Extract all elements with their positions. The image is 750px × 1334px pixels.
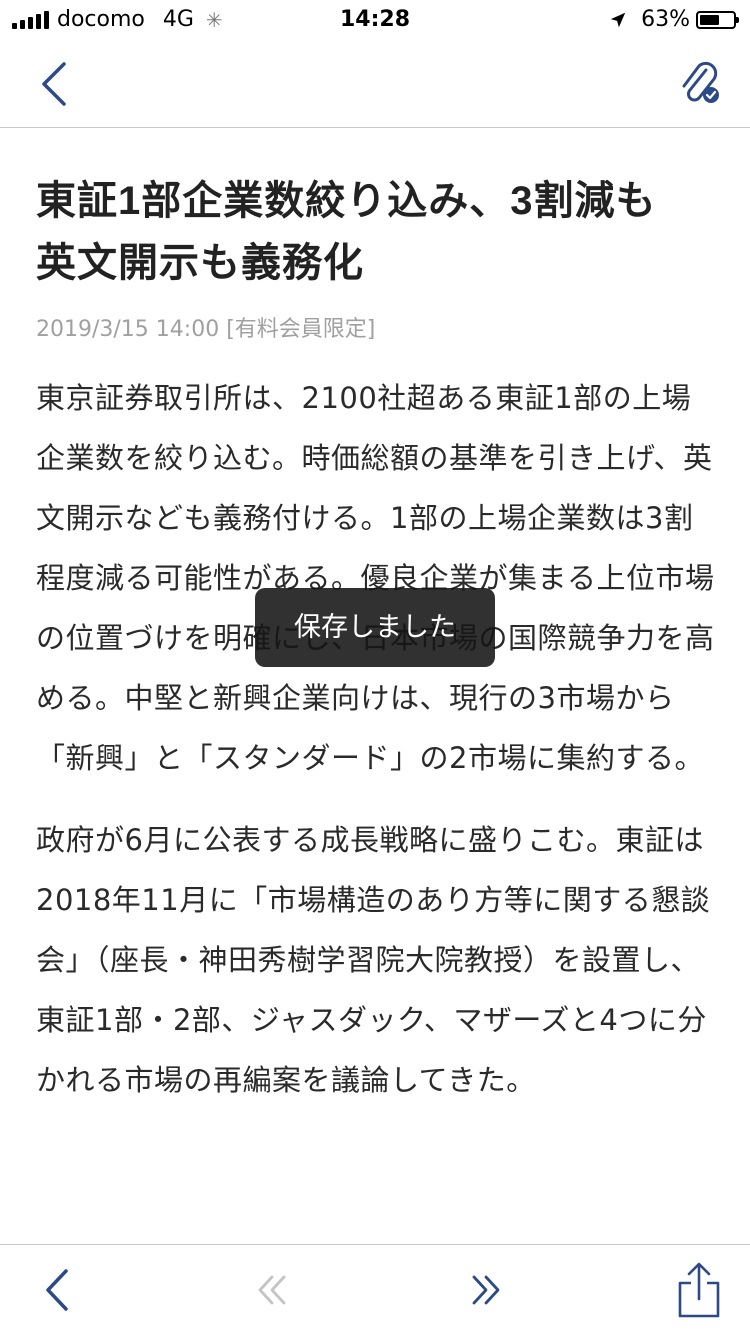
share-button[interactable] [674,1261,724,1319]
status-bar: docomo 4G ✳ 14:28 63% [0,0,750,40]
bottom-toolbar [0,1244,750,1334]
back-button[interactable] [36,60,72,108]
status-right: 63% [609,7,739,32]
screen: docomo 4G ✳ 14:28 63% 東証1部企業数絞り込み、3割減も 英… [0,0,750,1334]
article-title: 東証1部企業数絞り込み、3割減も 英文開示も義務化 [36,179,698,285]
article-paragraph: 政府が6月に公表する成長戦略に盛りこむ。東証は2018年11月に「市場構造のあり… [36,823,711,1097]
next-article-button[interactable] [462,1267,508,1313]
previous-article-button[interactable] [250,1267,296,1313]
battery-percent: 63% [641,7,690,32]
article-meta: 2019/3/15 14:00 [有料会員限定] [36,317,376,342]
saved-toast: 保存しました [255,588,495,667]
location-arrow-icon [610,12,626,27]
toolbar-back-button[interactable] [36,1267,82,1313]
article-paragraph: 東京証券取引所は、2100社超ある東証1部の上場企業数を絞り込む。時価総額の基準… [36,381,715,775]
nav-bar [0,40,750,128]
battery-icon [696,10,739,29]
clip-saved-button[interactable] [674,58,722,106]
